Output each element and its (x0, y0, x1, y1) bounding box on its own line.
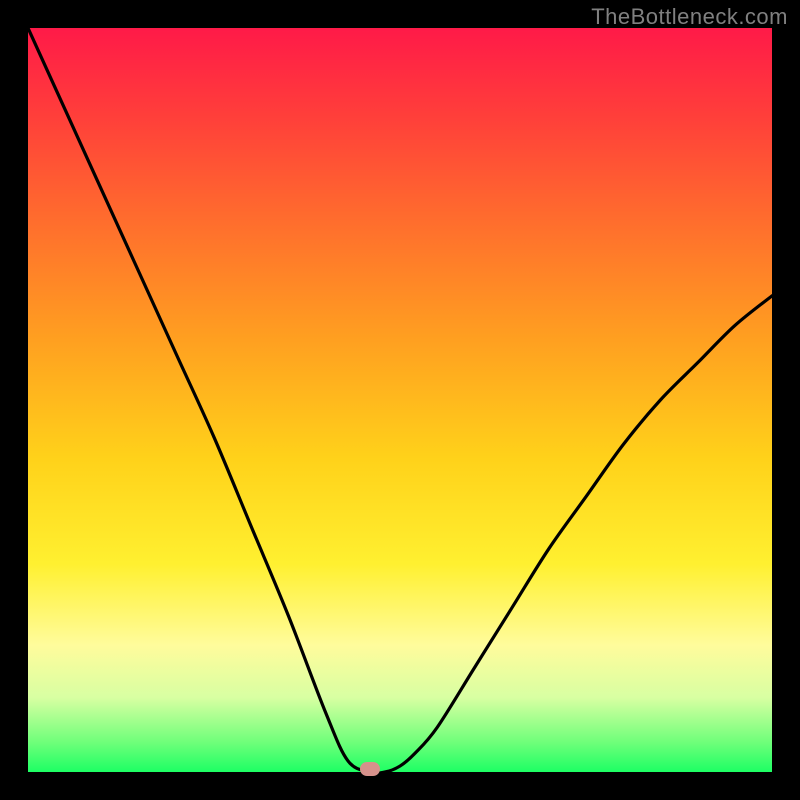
optimal-point-marker (360, 762, 380, 776)
watermark-text: TheBottleneck.com (591, 4, 788, 30)
bottleneck-curve (28, 28, 772, 772)
plot-area (28, 28, 772, 772)
chart-frame: TheBottleneck.com (0, 0, 800, 800)
